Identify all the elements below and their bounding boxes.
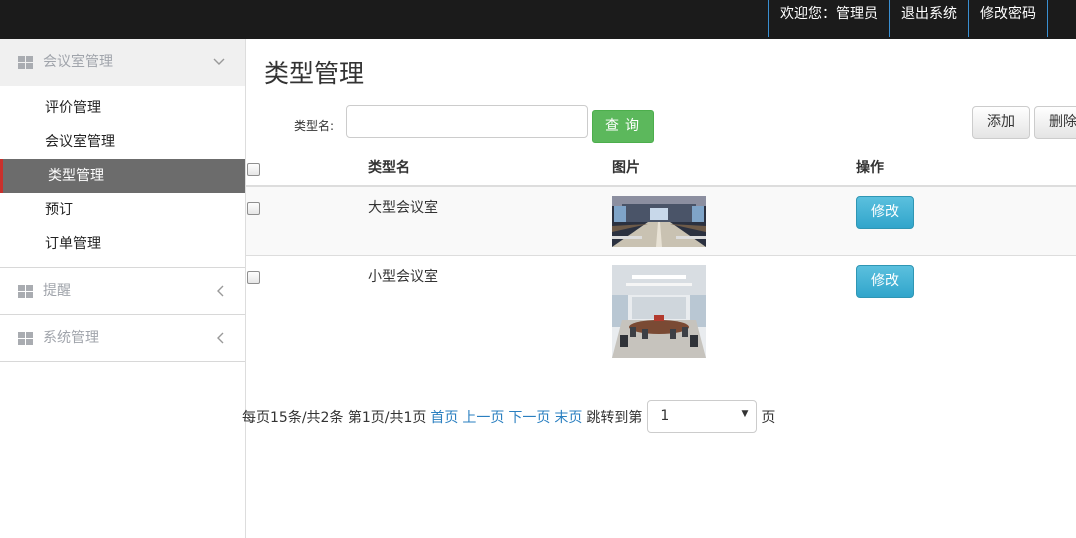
grid-icon xyxy=(18,56,33,69)
add-button[interactable]: 添加 xyxy=(972,106,1030,139)
sidebar-item-orders[interactable]: 订单管理 xyxy=(0,227,245,261)
sidebar-group-system[interactable]: 系统管理 xyxy=(0,315,245,362)
small-meeting-room-image xyxy=(612,265,706,358)
large-meeting-room-image xyxy=(612,196,706,247)
page-title: 类型管理 xyxy=(264,59,365,88)
sidebar: 会议室管理 评价管理 会议室管理 类型管理 预订 订单管理 提醒 系统管理 xyxy=(0,39,246,538)
prev-page-link[interactable]: 上一页 xyxy=(462,407,504,427)
top-navbar: 欢迎您：管理员 退出系统 修改密码 xyxy=(0,0,1076,39)
pagination: 每页15条/共2条 第1页/共1页 首页 上一页 下一页 末页 跳转到第 1 ▼… xyxy=(242,400,776,433)
page-select[interactable]: 1 ▼ xyxy=(647,400,758,433)
last-page-link[interactable]: 末页 xyxy=(554,407,582,427)
row-checkbox[interactable] xyxy=(247,202,260,215)
page-suffix-label: 页 xyxy=(761,409,776,426)
sidebar-item-types[interactable]: 类型管理 xyxy=(0,159,245,193)
change-password-link[interactable]: 修改密码 xyxy=(968,0,1048,37)
main-content: 类型管理 类型名: 查询 添加 删除 类型名 图片 操作 大型会议室 修改 小型… xyxy=(242,39,1076,538)
delete-button[interactable]: 删除 xyxy=(1034,106,1076,139)
logout-link[interactable]: 退出系统 xyxy=(889,0,968,37)
sidebar-submenu: 评价管理 会议室管理 类型管理 预订 订单管理 xyxy=(0,86,245,268)
welcome-user-link[interactable]: 欢迎您：管理员 xyxy=(768,0,889,37)
sidebar-group-meeting-room[interactable]: 会议室管理 xyxy=(0,39,245,86)
edit-button[interactable]: 修改 xyxy=(856,265,914,298)
search-button[interactable]: 查询 xyxy=(592,110,654,143)
column-header-image: 图片 xyxy=(612,160,640,176)
table-row: 小型会议室 修改 xyxy=(246,256,1076,368)
table-header: 类型名 图片 操作 xyxy=(246,149,1076,187)
jump-to-label: 跳转到第 xyxy=(586,409,643,426)
chevron-down-icon xyxy=(213,39,225,86)
type-name-cell: 小型会议室 xyxy=(368,269,438,285)
page-select-value: 1 xyxy=(660,408,670,424)
sidebar-group-reminders[interactable]: 提醒 xyxy=(0,268,245,315)
chevron-left-icon xyxy=(217,315,225,362)
row-checkbox[interactable] xyxy=(247,271,260,284)
chevron-left-icon xyxy=(217,268,225,315)
sidebar-item-booking[interactable]: 预订 xyxy=(0,193,245,227)
type-name-search-input[interactable] xyxy=(346,105,588,138)
grid-icon xyxy=(18,332,33,345)
column-header-type-name: 类型名 xyxy=(368,160,410,176)
sidebar-item-meeting-rooms[interactable]: 会议室管理 xyxy=(0,125,245,159)
column-header-actions: 操作 xyxy=(856,160,884,176)
sidebar-group-label: 系统管理 xyxy=(43,330,99,346)
next-page-link[interactable]: 下一页 xyxy=(508,407,550,427)
table-row: 大型会议室 修改 xyxy=(246,187,1076,256)
select-all-checkbox[interactable] xyxy=(247,163,260,176)
search-label: 类型名: xyxy=(294,119,335,133)
grid-icon xyxy=(18,285,33,298)
sidebar-group-label: 会议室管理 xyxy=(43,54,113,70)
edit-button[interactable]: 修改 xyxy=(856,196,914,229)
first-page-link[interactable]: 首页 xyxy=(430,407,458,427)
dropdown-arrow-icon: ▼ xyxy=(741,409,749,419)
type-name-cell: 大型会议室 xyxy=(368,200,438,216)
sidebar-item-reviews[interactable]: 评价管理 xyxy=(0,91,245,125)
pagination-summary: 每页15条/共2条 第1页/共1页 xyxy=(242,409,427,426)
sidebar-group-label: 提醒 xyxy=(43,283,71,299)
top-nav-links: 欢迎您：管理员 退出系统 修改密码 xyxy=(768,0,1048,37)
